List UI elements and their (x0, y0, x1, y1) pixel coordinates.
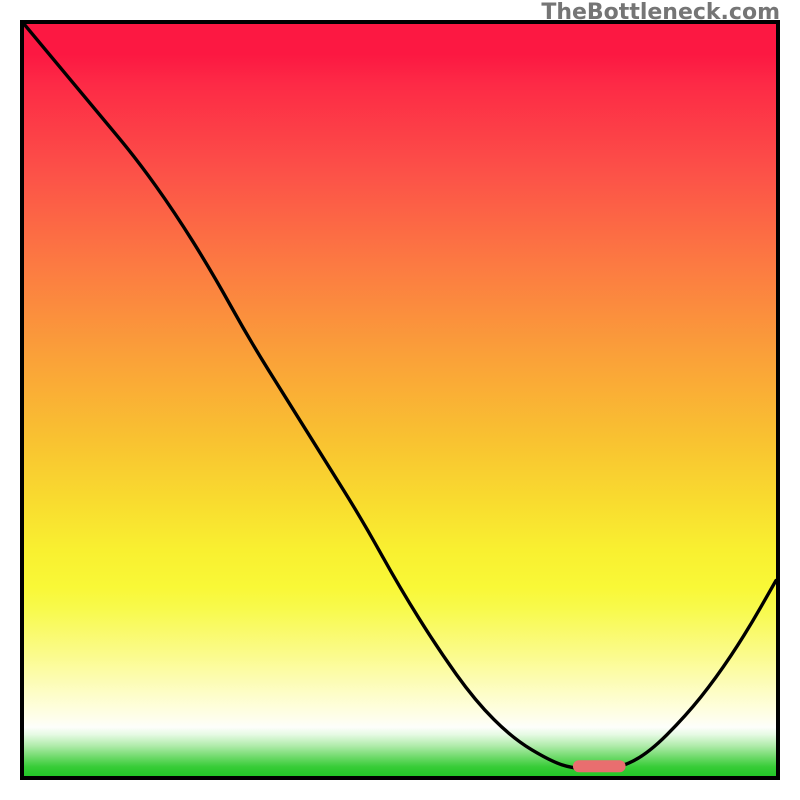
curve-line (24, 24, 776, 768)
chart-svg (24, 24, 776, 776)
marker-capsule (573, 760, 626, 772)
chart-container: TheBottleneck.com (0, 0, 800, 800)
chart-plot-area (20, 20, 780, 780)
